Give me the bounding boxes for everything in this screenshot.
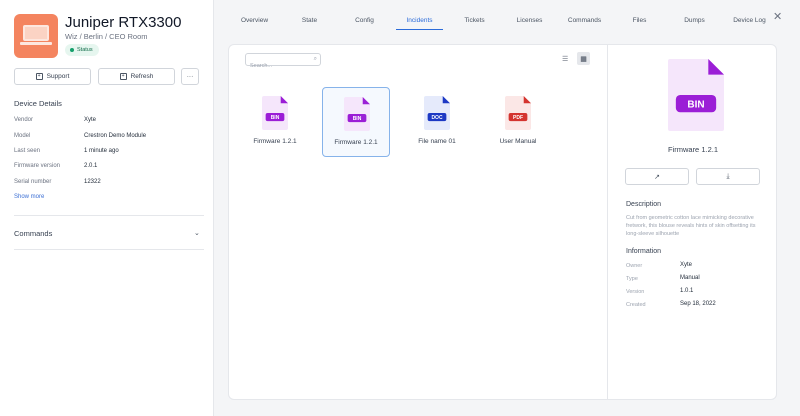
detail-value: 1 minute ago xyxy=(84,148,119,154)
description-title: Description xyxy=(626,201,662,208)
device-name: Juniper RTX3300 xyxy=(65,14,182,31)
device-panel: Juniper RTX3300 Wiz / Berlin / CEO Room … xyxy=(0,0,214,416)
tab-tickets[interactable]: Tickets xyxy=(447,0,502,30)
chevron-down-icon[interactable]: ⌄ xyxy=(194,229,200,237)
tab-commands[interactable]: Commands xyxy=(557,0,612,30)
detail-value: Xyte xyxy=(84,117,97,123)
divider xyxy=(14,215,204,216)
support-button[interactable]: + Support xyxy=(14,68,91,85)
file-icon: PDF xyxy=(505,96,531,130)
svg-text:BIN: BIN xyxy=(353,116,362,122)
file-tile[interactable]: BIN Firmware 1.2.1 xyxy=(241,87,309,157)
search-icon: ⌕ xyxy=(313,56,317,62)
file-name: Firmware 1.2.1 xyxy=(253,138,297,145)
tab-bar: Overview State Config Incidents Tickets … xyxy=(227,0,777,30)
status-badge: Status xyxy=(65,44,99,56)
list-view-icon[interactable]: ☰ xyxy=(562,55,568,63)
detail-value: 2.0.1 xyxy=(84,163,98,169)
status-label: Status xyxy=(77,47,93,53)
more-button[interactable]: ··· xyxy=(181,68,199,85)
support-icon: + xyxy=(35,73,43,80)
laptop-thumbnail-icon xyxy=(14,14,58,58)
detail-label: Vendor xyxy=(14,117,34,123)
more-icon: ··· xyxy=(186,73,194,80)
show-more-link[interactable]: Show more xyxy=(14,194,44,200)
file-tile[interactable]: DOC File name 01 xyxy=(403,87,471,157)
file-icon: BIN xyxy=(262,96,288,130)
info-label: Created xyxy=(626,302,646,308)
device-location: Wiz / Berlin / CEO Room xyxy=(65,32,148,41)
tab-device-log[interactable]: Device Log xyxy=(722,0,777,30)
tab-dumps[interactable]: Dumps xyxy=(667,0,722,30)
info-value: Sep 18, 2022 xyxy=(680,301,716,307)
detail-value: 12322 xyxy=(84,179,101,185)
detail-value: Crestron Demo Module xyxy=(84,133,147,139)
grid-view-icon[interactable]: ▦ xyxy=(577,52,590,65)
tab-licenses[interactable]: Licenses xyxy=(502,0,557,30)
files-card: ⌕ ☰ ▦ BIN Firmware 1.2.1 BIN Firmware 1.… xyxy=(228,44,777,400)
detail-label: Last seen xyxy=(14,148,41,154)
description-text: Cut from geometric cotton lace mimicking… xyxy=(626,215,756,237)
svg-text:BIN: BIN xyxy=(271,115,280,121)
file-tile-selected[interactable]: BIN Firmware 1.2.1 xyxy=(322,87,390,157)
file-icon: BIN xyxy=(344,97,370,131)
file-name: User Manual xyxy=(499,138,537,145)
tab-overview[interactable]: Overview xyxy=(227,0,282,30)
info-value: 1.0.1 xyxy=(680,288,694,294)
open-external-button[interactable]: ↗ xyxy=(625,168,689,185)
selected-file-name: Firmware 1.2.1 xyxy=(667,145,718,154)
tab-state[interactable]: State xyxy=(282,0,337,30)
refresh-label: Refresh xyxy=(130,73,154,80)
file-name: Firmware 1.2.1 xyxy=(334,139,378,146)
close-icon[interactable]: ✕ xyxy=(773,12,782,23)
commands-toggle[interactable]: Commands xyxy=(14,229,52,238)
refresh-icon: + xyxy=(119,73,127,80)
file-name: File name 01 xyxy=(418,138,456,145)
svg-text:PDF: PDF xyxy=(513,115,523,121)
device-details-title: Device Details xyxy=(14,99,62,108)
info-value: Xyte xyxy=(680,262,693,268)
file-icon: DOC xyxy=(424,96,450,130)
svg-text:BIN: BIN xyxy=(687,99,704,110)
tab-files[interactable]: Files xyxy=(612,0,667,30)
info-label: Type xyxy=(626,276,638,282)
detail-label: Firmware version xyxy=(14,163,61,169)
download-icon: ⤓ xyxy=(726,172,730,180)
info-label: Version xyxy=(626,289,645,295)
tab-config[interactable]: Config xyxy=(337,0,392,30)
open-external-icon: ↗ xyxy=(654,173,660,181)
divider xyxy=(14,249,204,250)
search-box[interactable]: ⌕ xyxy=(245,53,321,72)
tab-incidents[interactable]: Incidents xyxy=(392,0,447,30)
status-dot-icon xyxy=(70,48,74,52)
panel-divider xyxy=(607,45,608,399)
search-input[interactable] xyxy=(246,60,306,72)
file-tile[interactable]: PDF User Manual xyxy=(484,87,552,157)
detail-label: Model xyxy=(14,133,31,139)
svg-text:DOC: DOC xyxy=(431,115,443,121)
information-title: Information xyxy=(626,248,662,255)
support-label: Support xyxy=(46,73,70,80)
refresh-button[interactable]: + Refresh xyxy=(98,68,175,85)
info-label: Owner xyxy=(626,263,643,269)
info-value: Manual xyxy=(680,275,700,281)
detail-label: Serial number xyxy=(14,179,52,185)
download-button[interactable]: ⤓ xyxy=(696,168,760,185)
selected-file-icon: BIN xyxy=(668,59,724,131)
